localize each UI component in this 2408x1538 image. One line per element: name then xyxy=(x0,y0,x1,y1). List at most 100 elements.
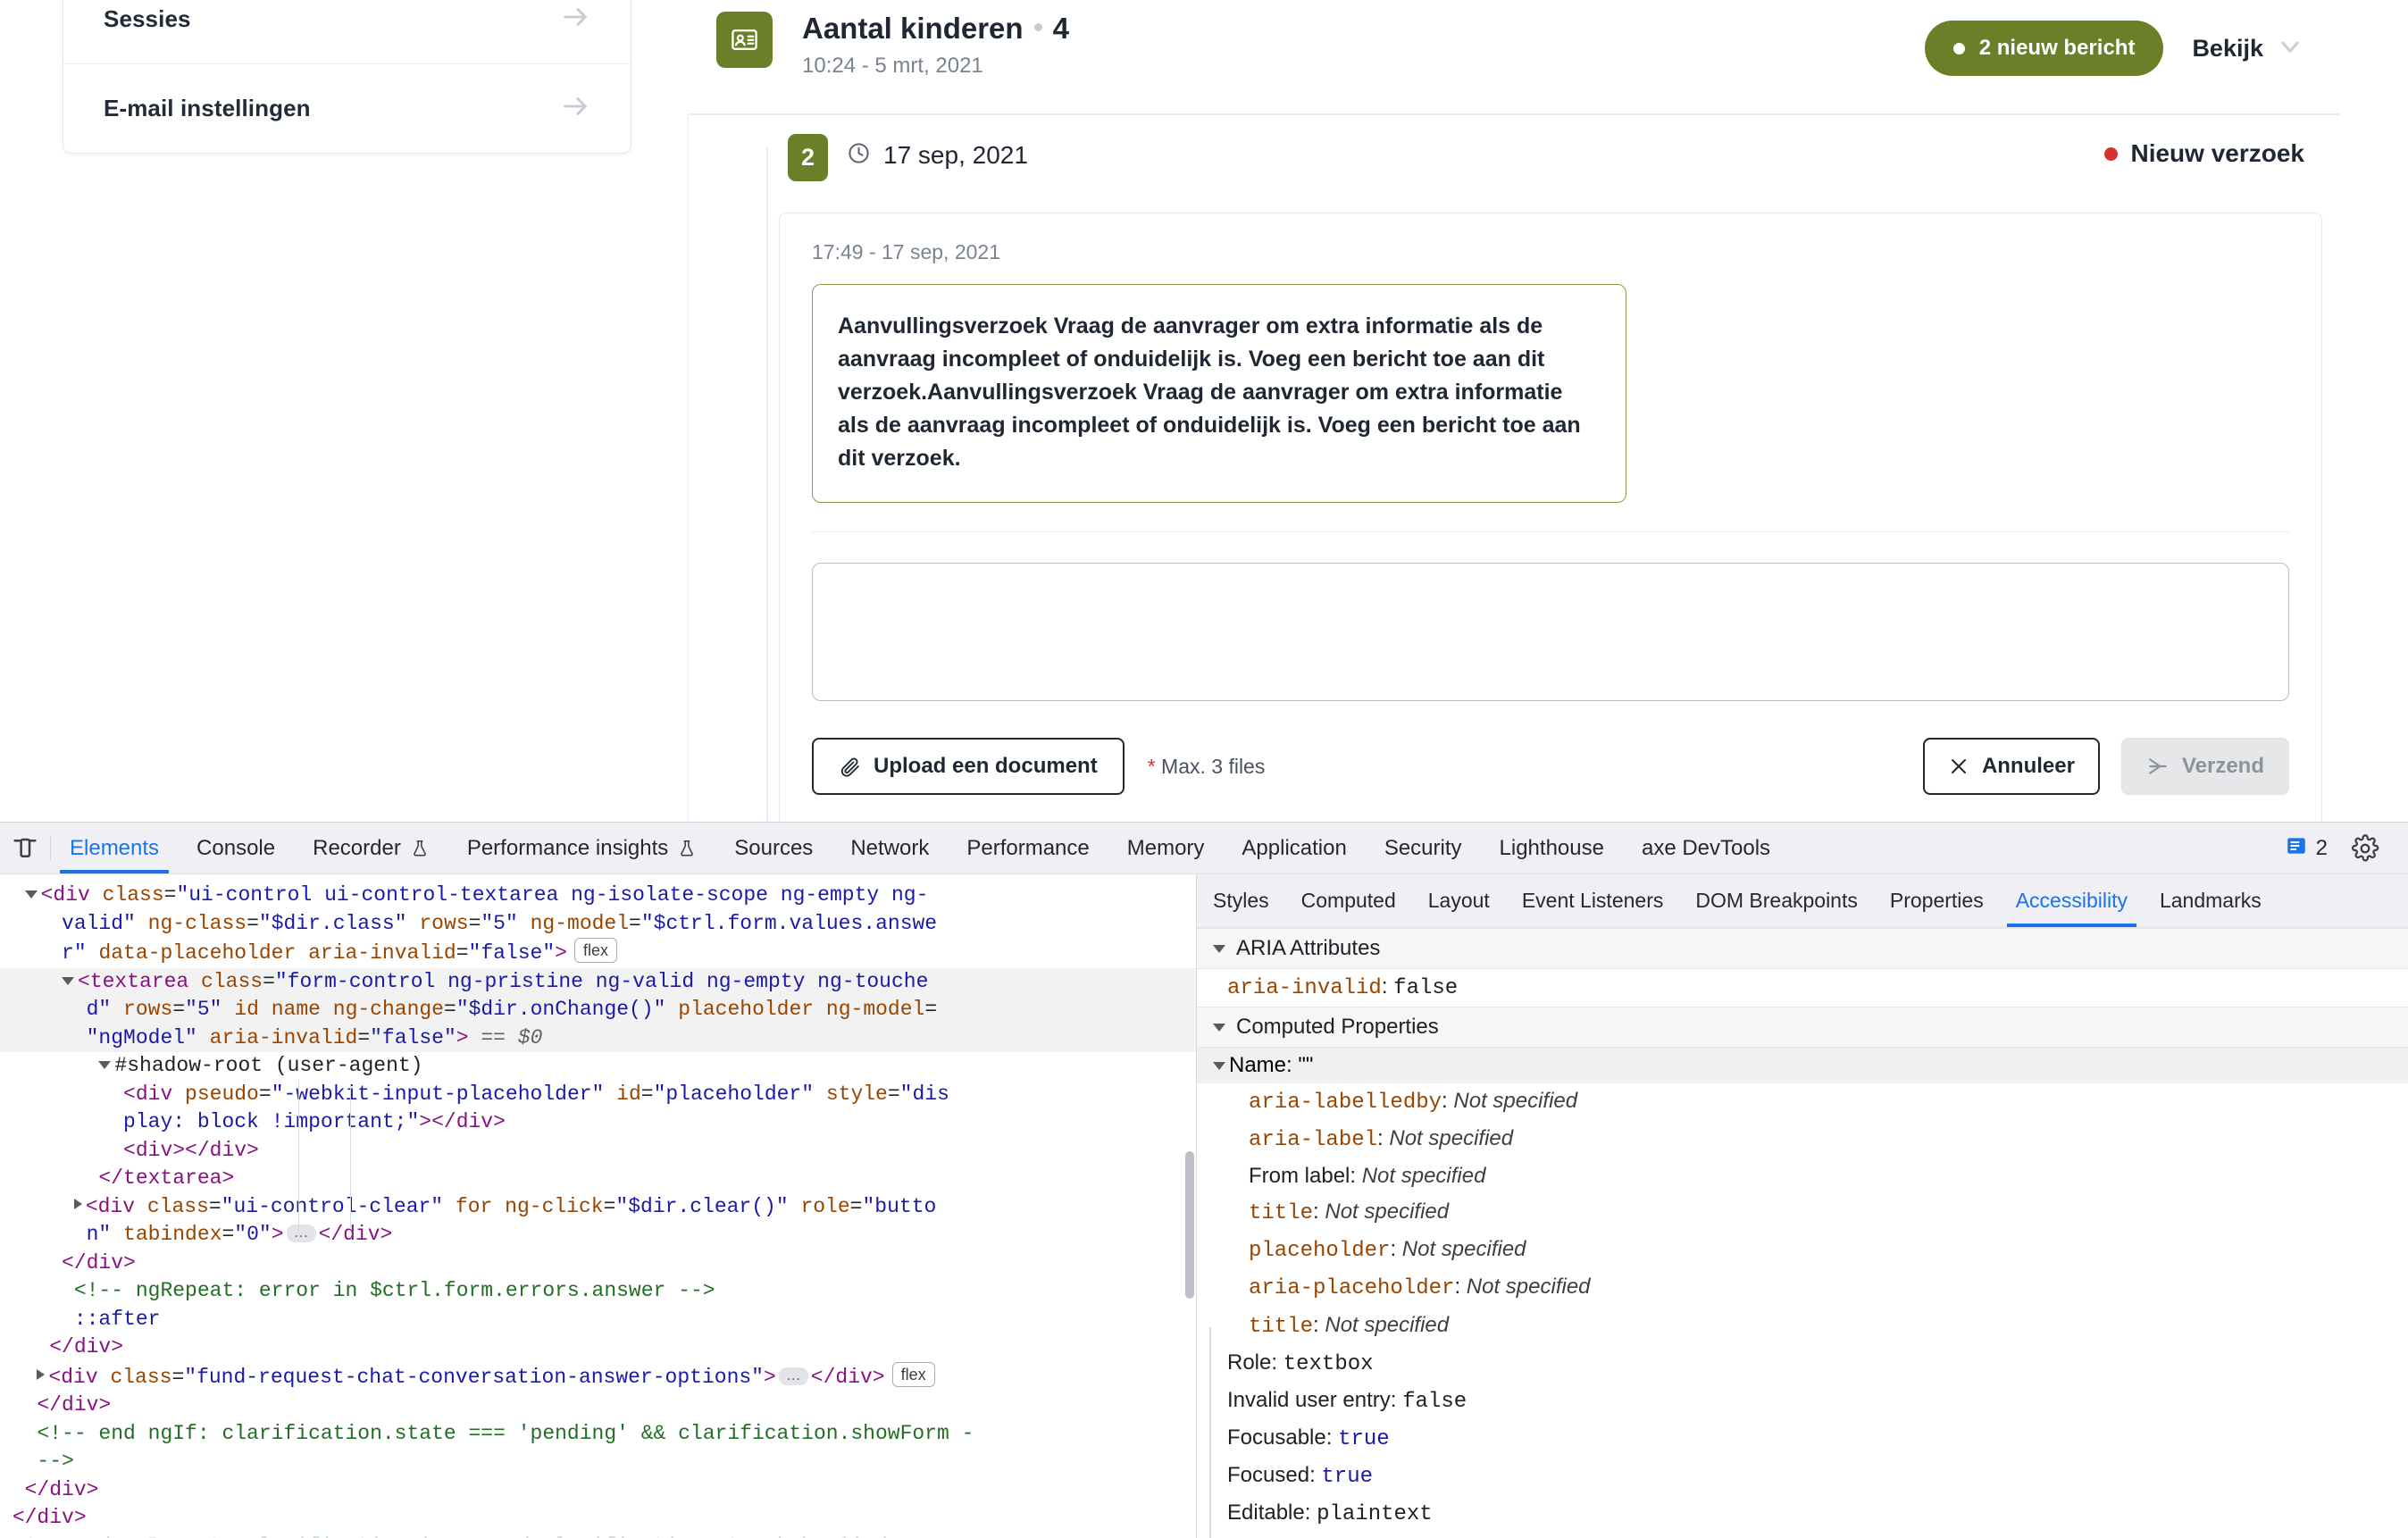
expand-ellipsis[interactable]: … xyxy=(778,1367,808,1385)
upload-document-button[interactable]: Upload een document xyxy=(812,738,1125,795)
tab-computed[interactable]: Computed xyxy=(1285,874,1412,927)
tab-elements[interactable]: Elements xyxy=(51,823,178,873)
dom-node-row-selected-cont[interactable]: d" rows="5" id name ng-change="$dir.onCh… xyxy=(0,996,1196,1024)
reply-textarea[interactable] xyxy=(812,563,2289,701)
tab-sources[interactable]: Sources xyxy=(715,823,832,873)
cancel-button[interactable]: Annuleer xyxy=(1922,738,2100,795)
name-source-row: From label: Not specified xyxy=(1249,1164,1486,1189)
section-title: Computed Properties xyxy=(1236,1015,1439,1040)
expand-triangle-icon[interactable] xyxy=(98,1061,112,1070)
tab-layout[interactable]: Layout xyxy=(1412,874,1506,927)
property-value: false xyxy=(1402,1389,1467,1414)
dom-node-pseudo[interactable]: ::after xyxy=(0,1306,1196,1334)
expand-triangle-icon[interactable] xyxy=(1213,944,1225,953)
tab-axe-devtools[interactable]: axe DevTools xyxy=(1623,823,1789,873)
tab-properties[interactable]: Properties xyxy=(1874,874,2000,927)
dom-node-row[interactable]: <div class="fund-request-chat-conversati… xyxy=(0,1361,1196,1392)
dom-node-row[interactable]: <div class="ui-control ui-control-textar… xyxy=(0,882,1196,910)
gear-icon[interactable] xyxy=(2337,833,2394,863)
record-timestamp: 10:24 - 5 mrt, 2021 xyxy=(802,53,983,78)
tab-label: Layout xyxy=(1427,889,1490,912)
issues-counter[interactable]: 2 xyxy=(2276,834,2337,862)
name-source-row: placeholder: Not specified xyxy=(1249,1237,1526,1264)
tab-memory[interactable]: Memory xyxy=(1108,823,1224,873)
name-source-row: aria-labelledby: Not specified xyxy=(1249,1089,1578,1116)
dom-node-shadow-root[interactable]: #shadow-root (user-agent) xyxy=(0,1052,1196,1081)
dom-tree: <div class="ui-control ui-control-textar… xyxy=(0,874,1196,1538)
dom-node-comment-partial[interactable]: <!-- end ngRepeat: clarification in reco… xyxy=(0,1533,1196,1538)
tab-event-listeners[interactable]: Event Listeners xyxy=(1506,874,1680,927)
expand-triangle-icon[interactable] xyxy=(1213,1023,1225,1032)
contact-card-icon xyxy=(716,12,773,68)
dom-node-row-cont[interactable]: r" data-placeholder aria-invalid="false"… xyxy=(0,938,1196,968)
name-source-key: aria-labelledby xyxy=(1249,1091,1442,1116)
property-key: Focused xyxy=(1227,1462,1310,1487)
tab-landmarks[interactable]: Landmarks xyxy=(2144,874,2278,927)
tab-styles[interactable]: Styles xyxy=(1197,874,1285,927)
dom-node-comment-cont[interactable]: --> xyxy=(0,1448,1196,1476)
dom-node-row[interactable]: <div class="ui-control-clear" for ng-cli… xyxy=(0,1193,1196,1222)
tab-performance-insights[interactable]: Performance insights xyxy=(448,823,715,873)
expand-ellipsis[interactable]: … xyxy=(286,1225,316,1242)
tab-security[interactable]: Security xyxy=(1366,823,1481,873)
tab-accessibility[interactable]: Accessibility xyxy=(2000,874,2144,927)
dom-node-close[interactable]: </div> xyxy=(0,1476,1196,1505)
new-message-badge[interactable]: 2 nieuw bericht xyxy=(1924,21,2164,76)
dom-node-comment[interactable]: <!-- ngRepeat: error in $ctrl.form.error… xyxy=(0,1277,1196,1306)
dom-node-close[interactable]: </div> xyxy=(0,1392,1196,1420)
dom-node-row-selected[interactable]: <textarea class="form-control ng-pristin… xyxy=(0,967,1196,996)
property-key: Editable xyxy=(1227,1500,1305,1525)
dom-tree-scrollbar[interactable] xyxy=(1185,1151,1194,1299)
message-bubble: Aanvullingsverzoek Vraag de aanvrager om… xyxy=(812,284,1626,503)
dom-node-row-selected-cont[interactable]: "ngModel" aria-invalid="false"> == $0 xyxy=(0,1024,1196,1052)
tab-performance[interactable]: Performance xyxy=(948,823,1108,873)
dom-node-close[interactable]: </div> xyxy=(0,1250,1196,1278)
flex-badge[interactable]: flex xyxy=(573,938,617,964)
submit-button[interactable]: Verzend xyxy=(2120,738,2289,795)
tab-console[interactable]: Console xyxy=(178,823,294,873)
dom-tree-pane[interactable]: <div class="ui-control ui-control-textar… xyxy=(0,874,1197,1538)
dom-node-close[interactable]: </div> xyxy=(0,1504,1196,1533)
collapse-triangle-icon[interactable] xyxy=(37,1369,46,1381)
dom-node-close[interactable]: </textarea> xyxy=(0,1165,1196,1193)
expand-triangle-icon[interactable] xyxy=(24,890,38,899)
tab-application[interactable]: Application xyxy=(1223,823,1365,873)
property-value: true xyxy=(1321,1464,1374,1489)
aria-attributes-section-header[interactable]: ARIA Attributes xyxy=(1197,928,2408,969)
dom-node-row[interactable]: <div></div> xyxy=(0,1137,1196,1166)
aria-attribute-key: aria-invalid xyxy=(1227,976,1382,1000)
name-source-row: aria-placeholder: Not specified xyxy=(1249,1275,1591,1301)
property-value: textbox xyxy=(1283,1351,1374,1376)
name-source-key: title xyxy=(1249,1314,1314,1339)
settings-card: Sessies E-mail instellingen xyxy=(63,0,631,154)
dom-node-comment[interactable]: <!-- end ngIf: clarification.state === '… xyxy=(0,1420,1196,1449)
dom-node-row-cont[interactable]: play: block !important;"></div> xyxy=(0,1108,1196,1137)
name-group-header[interactable]: Name: "" xyxy=(1197,1048,2408,1084)
required-asterisk: * xyxy=(1147,754,1156,778)
dom-node-row-cont[interactable]: n" tabindex="0">… </div> xyxy=(0,1221,1196,1250)
name-source-value: Not specified xyxy=(1389,1126,1514,1151)
view-toggle[interactable]: Bekijk xyxy=(2192,32,2304,65)
dom-node-row-cont[interactable]: valid" ng-class="$dir.class" rows="5" ng… xyxy=(0,910,1196,939)
tab-network[interactable]: Network xyxy=(832,823,948,873)
property-key: Role xyxy=(1227,1350,1272,1375)
dom-node-row[interactable]: <div pseudo="-webkit-input-placeholder" … xyxy=(0,1081,1196,1109)
dom-node-close[interactable]: </div> xyxy=(0,1333,1196,1362)
flex-badge[interactable]: flex xyxy=(891,1361,935,1387)
collapse-triangle-icon[interactable] xyxy=(73,1199,82,1210)
sidebar-item-sessies[interactable]: Sessies xyxy=(63,0,631,63)
tab-recorder[interactable]: Recorder xyxy=(294,823,448,873)
tab-lighthouse[interactable]: Lighthouse xyxy=(1481,823,1623,873)
timeline-step-header: 2 17 sep, 2021 Nieuw verzoek xyxy=(688,127,2340,205)
devtools-panel: Elements Console Recorder Performance in… xyxy=(0,822,2408,1538)
tab-label: Recorder xyxy=(313,835,401,860)
expand-triangle-icon[interactable] xyxy=(1213,1061,1225,1070)
inspect-element-icon[interactable] xyxy=(0,823,50,873)
tab-dom-breakpoints[interactable]: DOM Breakpoints xyxy=(1679,874,1874,927)
tab-label: Accessibility xyxy=(2015,889,2128,912)
computed-properties-section-header[interactable]: Computed Properties xyxy=(1197,1007,2408,1049)
send-icon xyxy=(2146,755,2170,778)
expand-triangle-icon[interactable] xyxy=(62,976,75,985)
tab-label: axe DevTools xyxy=(1641,835,1771,860)
sidebar-item-email-instellingen[interactable]: E-mail instellingen xyxy=(63,63,631,153)
